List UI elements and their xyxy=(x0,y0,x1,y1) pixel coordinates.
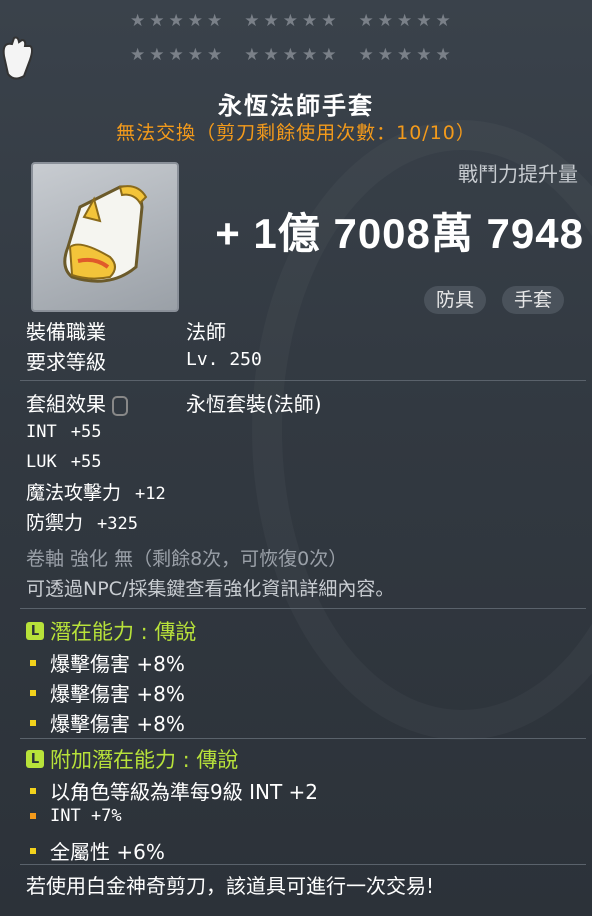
lock-icon xyxy=(112,395,128,416)
star-group: ★ ★ ★ ★ ★ xyxy=(358,11,451,31)
set-effect-value: 永恆套裝(法師) xyxy=(186,392,322,416)
item-tooltip: ★ ★ ★ ★ ★ ★ ★ ★ ★ ★ ★ ★ ★ ★ ★ ★ ★ ★ ★ ★ ★ ★ ★ ★ ★ ★ ★ ★ ★ ★ 永恆法師… xyxy=(0,0,592,916)
req-level-label: 要求等級 xyxy=(26,350,106,374)
star-group: ★ ★ ★ ★ ★ xyxy=(244,45,337,65)
stat-value: +55 xyxy=(70,452,102,472)
bullet-icon xyxy=(30,847,36,854)
req-job-label: 裝備職業 xyxy=(26,320,106,344)
additional-potential-line: 以角色等級為準每9級 INT +2 xyxy=(30,776,318,805)
potential-line: 爆擊傷害 +8% xyxy=(30,648,185,677)
stat-luk: LUK +55 xyxy=(26,450,101,472)
item-icon-box xyxy=(31,162,179,312)
req-level-value: Lv. 250 xyxy=(186,349,262,370)
divider xyxy=(20,864,586,865)
star-force-row-2: ★ ★ ★ ★ ★ ★ ★ ★ ★ ★ ★ ★ ★ ★ ★ xyxy=(130,46,451,64)
bullet-icon xyxy=(30,719,36,726)
bullet-icon xyxy=(30,659,36,666)
tag-armor: 防具 xyxy=(424,286,487,314)
stat-value: +55 xyxy=(70,422,102,442)
potential-title-row: L 潛在能力 : 傳說 xyxy=(26,616,196,646)
detail-hint: 可透過NPC/採集鍵查看強化資訊詳細內容。 xyxy=(26,578,395,600)
stat-name: 防禦力 xyxy=(26,512,84,534)
trade-notice: 無法交換（剪刀剩餘使用次數：10/10） xyxy=(116,122,476,144)
stat-name: LUK xyxy=(26,452,57,472)
tag-gloves: 手套 xyxy=(502,286,565,314)
stat-name: INT xyxy=(26,422,57,442)
additional-potential-line: INT +7% xyxy=(30,806,122,826)
potential-line: 爆擊傷害 +8% xyxy=(30,678,185,707)
divider xyxy=(20,380,586,381)
legendary-grade-icon: L xyxy=(26,750,44,768)
item-title: 永恆法師手套 xyxy=(218,92,374,120)
potential-line: 爆擊傷害 +8% xyxy=(30,708,185,737)
stat-magic-attack: 魔法攻擊力 +12 xyxy=(26,478,166,505)
footer-notice: 若使用白金神奇剪刀，該道具可進行一次交易! xyxy=(26,874,435,898)
stat-value: +325 xyxy=(97,514,138,534)
set-effect-label: 套組效果 xyxy=(26,392,106,416)
req-job-value: 法師 xyxy=(186,320,226,344)
additional-potential-title-row: L 附加潛在能力 : 傳說 xyxy=(26,744,238,774)
divider xyxy=(20,738,586,739)
star-group: ★ ★ ★ ★ ★ xyxy=(130,11,223,31)
combat-power-value: + 1億 7008萬 7948 xyxy=(215,210,584,257)
bullet-icon xyxy=(30,689,36,696)
additional-potential-line: 全屬性 +6% xyxy=(30,836,165,865)
potential-title: 潛在能力 : 傳說 xyxy=(50,620,197,644)
stat-value: +12 xyxy=(135,484,166,504)
glove-icon xyxy=(63,185,148,283)
star-group: ★ ★ ★ ★ ★ xyxy=(358,45,451,65)
bullet-icon xyxy=(30,813,36,819)
combat-power-label: 戰鬥力提升量 xyxy=(458,162,578,186)
legendary-grade-icon: L xyxy=(26,622,44,640)
star-group: ★ ★ ★ ★ ★ xyxy=(130,45,223,65)
divider xyxy=(20,608,586,609)
set-effect-label-row: 套組效果 xyxy=(26,388,128,417)
star-force-row-1: ★ ★ ★ ★ ★ ★ ★ ★ ★ ★ ★ ★ ★ ★ ★ xyxy=(130,12,451,30)
stat-int: INT +55 xyxy=(26,420,101,442)
glove-cursor-icon xyxy=(0,36,36,86)
stat-defense: 防禦力 +325 xyxy=(26,508,138,535)
star-group: ★ ★ ★ ★ ★ xyxy=(244,11,337,31)
stat-name: 魔法攻擊力 xyxy=(26,482,122,504)
bullet-icon xyxy=(30,787,36,794)
additional-potential-title: 附加潛在能力 : 傳說 xyxy=(50,748,239,772)
scroll-info: 卷軸 強化 無（剩餘8次，可恢復0次） xyxy=(26,548,348,570)
